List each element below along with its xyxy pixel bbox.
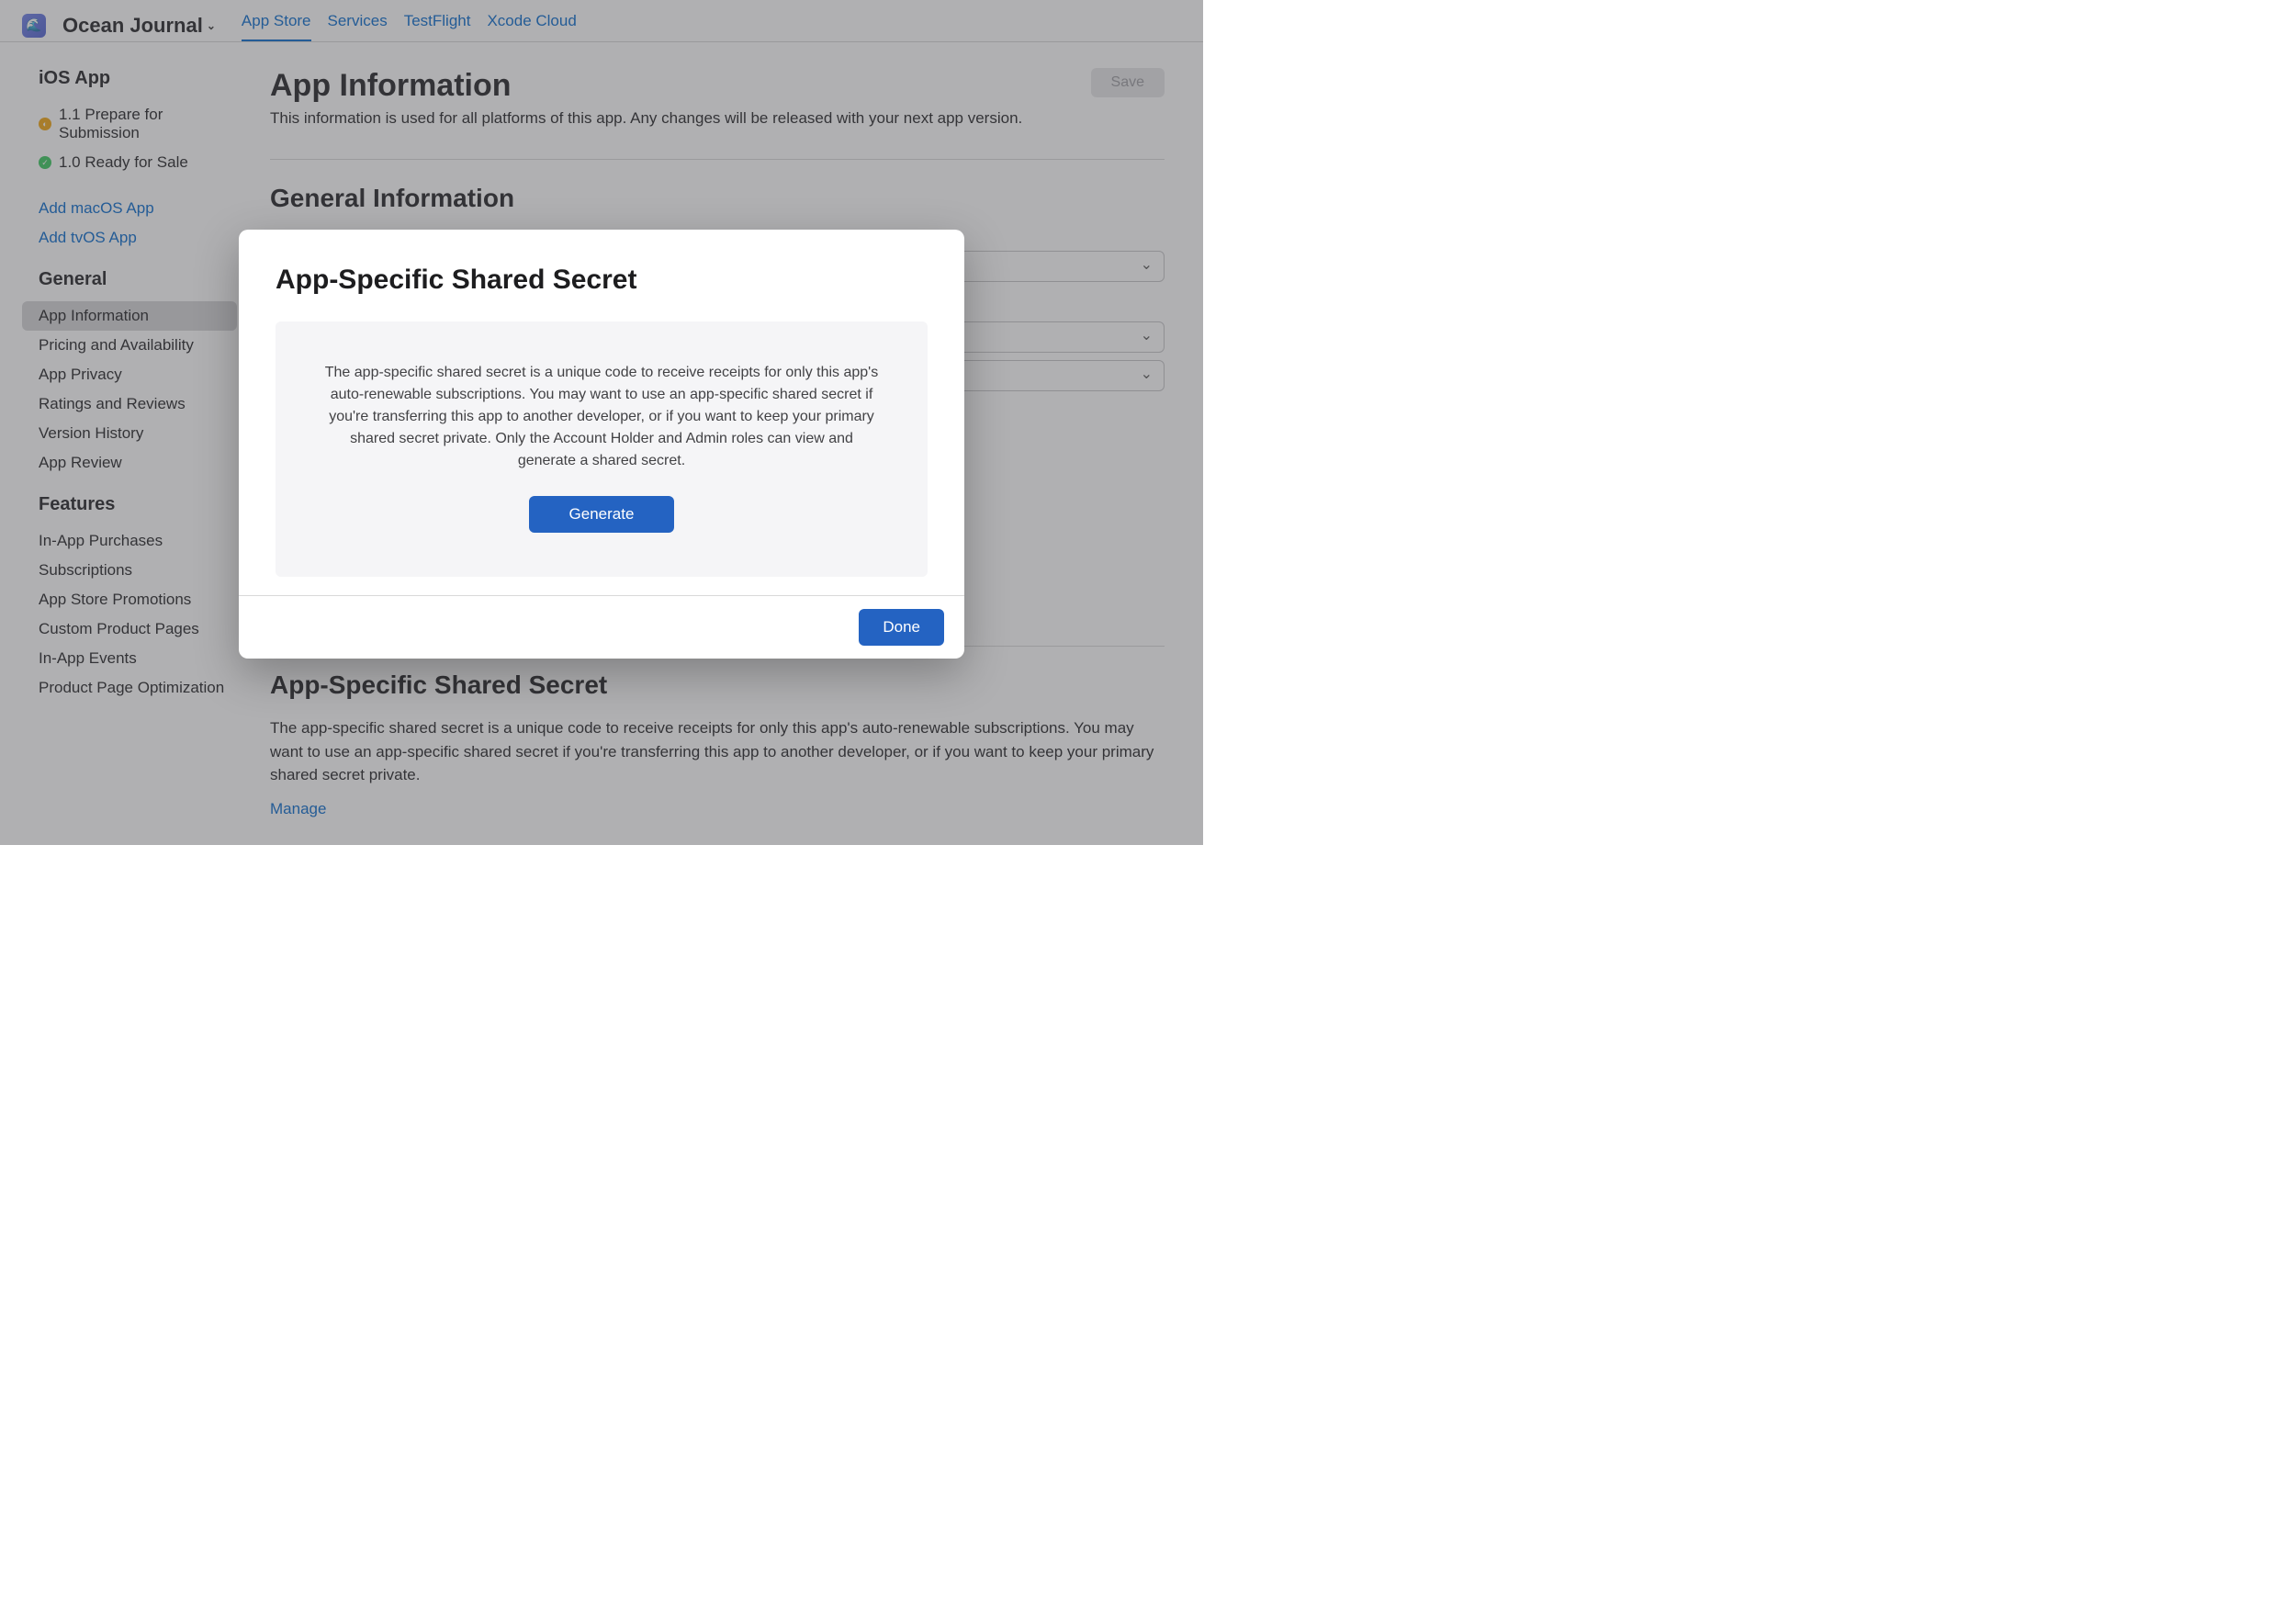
modal-title: App-Specific Shared Secret bbox=[276, 265, 928, 296]
modal-description: The app-specific shared secret is a uniq… bbox=[320, 362, 884, 472]
generate-button[interactable]: Generate bbox=[529, 496, 675, 533]
modal-overlay: App-Specific Shared Secret The app-speci… bbox=[0, 0, 1203, 845]
done-button[interactable]: Done bbox=[859, 609, 944, 646]
modal-panel: The app-specific shared secret is a uniq… bbox=[276, 321, 928, 577]
modal-footer: Done bbox=[239, 595, 964, 659]
shared-secret-modal: App-Specific Shared Secret The app-speci… bbox=[239, 230, 964, 659]
